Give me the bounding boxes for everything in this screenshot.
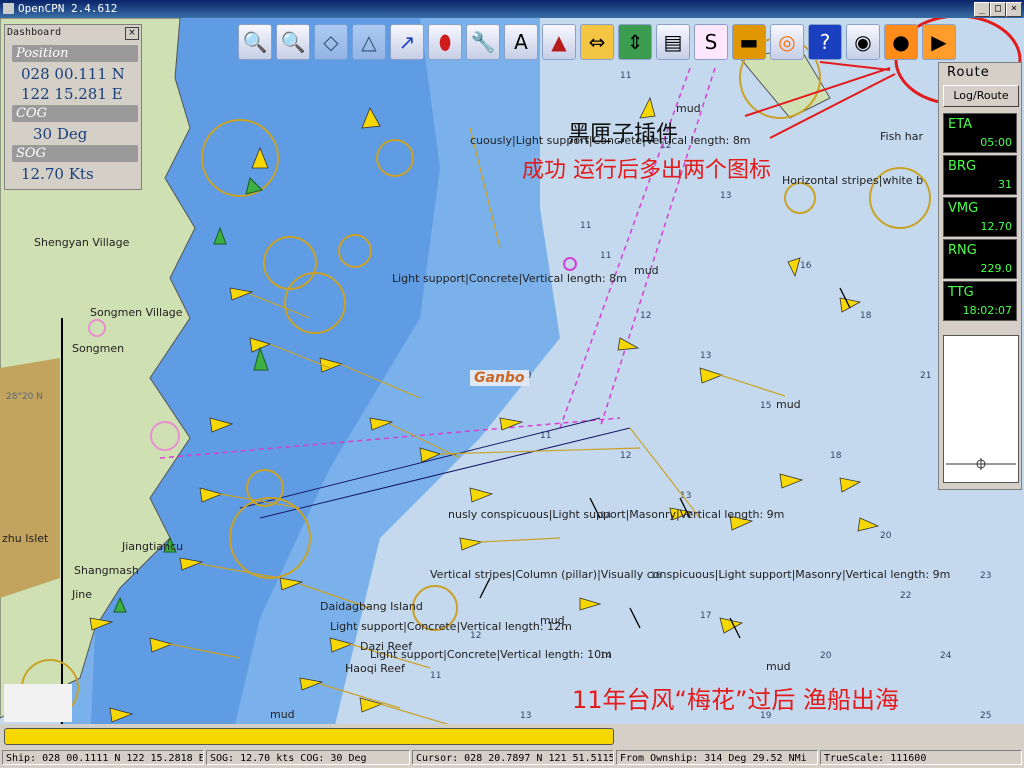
rng-label: RNG	[948, 243, 977, 258]
window-title: OpenCPN 2.4.612	[18, 2, 118, 15]
title-bar: OpenCPN 2.4.612 _ □ ×	[0, 0, 1024, 18]
help-icon[interactable]: ?	[808, 24, 842, 60]
zoom-in-icon[interactable]: 🔍	[238, 24, 272, 60]
vmg-value: 12.70	[980, 220, 1013, 233]
plugin-red-icon[interactable]: ●	[884, 24, 918, 60]
status-bar: Ship: 028 00.1111 N 122 15.2818 E SOG: 1…	[0, 748, 1024, 768]
eta-label: ETA	[948, 117, 973, 132]
current-icon[interactable]: ⇕	[618, 24, 652, 60]
sog-label: SOG	[12, 145, 138, 162]
plugin-arrow-icon[interactable]: ▶	[922, 24, 956, 60]
status-cursor: Cursor: 028 20.7897 N 121 51.5115 E	[412, 750, 614, 765]
status-ownship: From Ownship: 314 Deg 29.52 NMi	[616, 750, 818, 765]
progress-scrollbar[interactable]	[0, 724, 1024, 748]
settings-icon[interactable]: 🔧	[466, 24, 500, 60]
close-button[interactable]: ×	[1006, 2, 1022, 17]
ttg-box: TTG 18:02:07	[943, 281, 1017, 321]
chart-quilt-icon[interactable]: ▬	[732, 24, 766, 60]
minimize-button[interactable]: _	[974, 2, 990, 17]
app-icon	[3, 3, 14, 14]
annotation-overlay	[4, 18, 1022, 722]
scroll-thumb[interactable]	[4, 728, 614, 745]
vmg-box: VMG 12.70	[943, 197, 1017, 237]
plugin-icon[interactable]: ◉	[846, 24, 880, 60]
ttg-label: TTG	[948, 285, 974, 300]
log-route-button[interactable]: Log/Route	[943, 85, 1019, 107]
eta-box: ETA 05:00	[943, 113, 1017, 153]
eta-value: 05:00	[980, 136, 1012, 149]
scale-in-icon[interactable]: ◇	[314, 24, 348, 60]
latitude-value: 028 00.111 N	[21, 65, 125, 83]
ship-icon[interactable]: ⬮	[428, 24, 462, 60]
cog-value: 30 Deg	[33, 125, 88, 143]
vmg-label: VMG	[948, 201, 979, 216]
route-icon[interactable]: ↗	[390, 24, 424, 60]
dashboard-header: Dashboard	[7, 27, 62, 38]
brg-value: 31	[998, 178, 1012, 191]
cog-label: COG	[12, 105, 138, 122]
status-ship: Ship: 028 00.1111 N 122 15.2818 E	[2, 750, 204, 765]
status-truescale: TrueScale: 111600	[820, 750, 1022, 765]
text-icon[interactable]: A	[504, 24, 538, 60]
xte-graph	[943, 335, 1019, 483]
anchor-icon[interactable]: ▲	[542, 24, 576, 60]
brg-label: BRG	[948, 159, 977, 174]
tide-icon[interactable]: ⇔	[580, 24, 614, 60]
rng-value: 229.0	[980, 262, 1013, 275]
rng-box: RNG 229.0	[943, 239, 1017, 279]
xte-graph-svg	[946, 458, 1016, 470]
scale-out-icon[interactable]: △	[352, 24, 386, 60]
lifebuoy-icon[interactable]: ◎	[770, 24, 804, 60]
ttg-value: 18:02:07	[962, 304, 1012, 317]
sog-value: 12.70 Kts	[21, 165, 94, 183]
brg-box: BRG 31	[943, 155, 1017, 195]
maximize-button[interactable]: □	[990, 2, 1006, 17]
zoom-out-icon[interactable]: 🔍	[276, 24, 310, 60]
gpx-icon[interactable]: ▤	[656, 24, 690, 60]
route-panel: Route Log/Route ETA 05:00 BRG 31 VMG 12.70 …	[938, 62, 1022, 490]
longitude-value: 122 15.281 E	[21, 85, 123, 103]
status-sog-cog: SOG: 12.70 kts COG: 30 Deg	[206, 750, 410, 765]
main-toolbar: 🔍 🔍 ◇ △ ↗ ⬮ 🔧 A ▲ ⇔ ⇕ ▤ S ▬ ◎ ? ◉ ● ▶	[236, 22, 996, 66]
track-icon[interactable]: S	[694, 24, 728, 60]
route-title: Route	[947, 65, 990, 80]
position-label: Position	[12, 45, 138, 62]
dashboard-panel: Dashboard × Position 028 00.111 N 122 15…	[4, 24, 142, 190]
dashboard-close-button[interactable]: ×	[125, 27, 139, 40]
chart-canvas[interactable]: 111112 131518 202223 242520 191716 14101…	[0, 18, 1024, 746]
